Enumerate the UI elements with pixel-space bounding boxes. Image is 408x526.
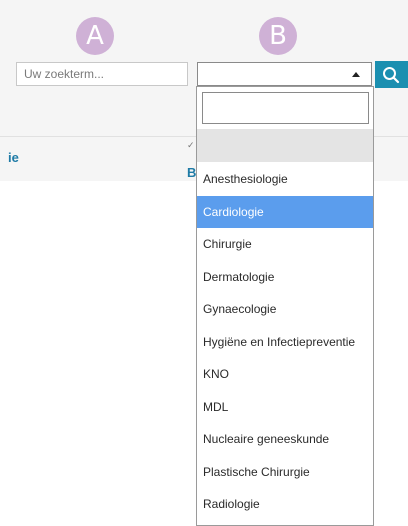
option-item[interactable]: Cardiologie bbox=[197, 195, 373, 228]
option-item[interactable]: Nucleaire geneeskunde bbox=[197, 423, 373, 456]
option-item[interactable]: Gynaecologie bbox=[197, 293, 373, 326]
search-input[interactable] bbox=[16, 62, 188, 86]
option-item[interactable]: Anesthesiologie bbox=[197, 163, 373, 196]
option-item[interactable]: MDL bbox=[197, 391, 373, 424]
column-header-partial[interactable]: ie bbox=[8, 150, 19, 165]
option-item[interactable]: Radiologie bbox=[197, 488, 373, 521]
option-item[interactable]: Hygiëne en Infectiepreventie bbox=[197, 326, 373, 359]
search-icon bbox=[383, 67, 400, 84]
option-item[interactable]: Chirurgie bbox=[197, 228, 373, 261]
option-item[interactable]: KNO bbox=[197, 358, 373, 391]
dropdown-filter-input[interactable] bbox=[202, 92, 369, 124]
option-list: Anesthesiologie Cardiologie Chirurgie Derma… bbox=[197, 163, 373, 521]
specialty-dropdown: Anesthesiologie Cardiologie Chirurgie Derma… bbox=[196, 86, 374, 526]
column-header-b[interactable]: B bbox=[187, 165, 196, 180]
search-button[interactable] bbox=[375, 61, 408, 88]
option-item[interactable]: Dermatologie bbox=[197, 261, 373, 294]
chevron-up-icon bbox=[352, 72, 360, 77]
specialty-select[interactable] bbox=[197, 62, 372, 86]
empty-option[interactable] bbox=[197, 129, 373, 162]
marker-a: A bbox=[76, 17, 114, 55]
sort-check-icon: ✓ bbox=[187, 140, 195, 150]
marker-b: B bbox=[259, 17, 297, 55]
option-item[interactable]: Plastische Chirurgie bbox=[197, 456, 373, 489]
